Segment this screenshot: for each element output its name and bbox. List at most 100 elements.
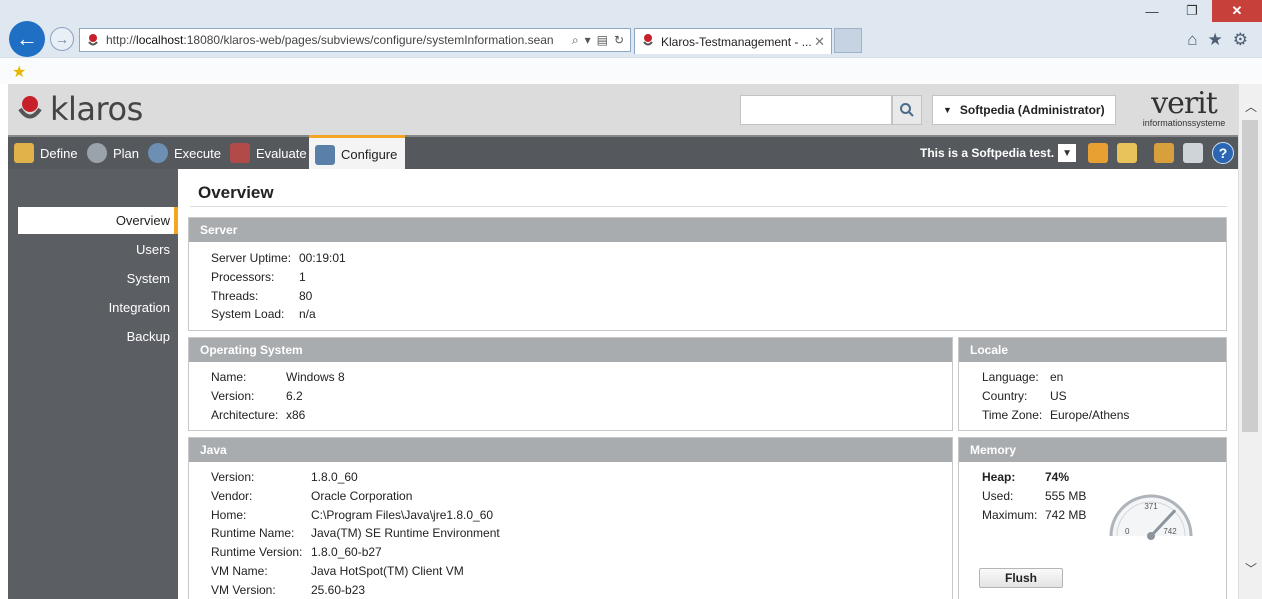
caret-down-icon: ▼ bbox=[943, 105, 952, 115]
browser-chrome: — ❐ ✕ ← → http://localhost:18080/klaros-… bbox=[0, 0, 1262, 84]
refresh-icon[interactable]: ↻ bbox=[614, 33, 624, 48]
notice-text: This is a Softpedia test. bbox=[920, 146, 1055, 160]
sidebar-item-users[interactable]: Users bbox=[18, 236, 178, 263]
help-button[interactable]: ? bbox=[1212, 142, 1234, 164]
info-row: Language: en bbox=[982, 370, 1064, 384]
page-title: Overview bbox=[198, 183, 274, 202]
klaros-logo[interactable]: klaros bbox=[16, 90, 143, 128]
info-row: Home: C:\Program Files\Java\jre1.8.0_60 bbox=[211, 508, 494, 522]
arrow-left-icon: ← bbox=[16, 26, 38, 51]
minimize-button[interactable]: — bbox=[1132, 0, 1172, 22]
info-row: Processors: 1 bbox=[211, 270, 306, 284]
klaros-favicon-icon bbox=[86, 33, 100, 47]
panel-header: Locale bbox=[959, 338, 1226, 362]
gauge-min-label: 0 bbox=[1125, 527, 1130, 536]
tab-plan[interactable]: Plan bbox=[87, 137, 139, 169]
klaros-app: klaros ▼ Softpedia (Administrator) verit… bbox=[8, 84, 1238, 599]
define-icon bbox=[14, 143, 34, 163]
sidebar-item-backup[interactable]: Backup bbox=[18, 323, 178, 350]
os-panel: Operating System Name: Windows 8 Version:… bbox=[188, 337, 953, 431]
edit-note-icon[interactable] bbox=[1117, 143, 1137, 163]
forward-button[interactable]: → bbox=[50, 27, 74, 51]
flush-button[interactable]: Flush bbox=[979, 568, 1063, 588]
panel-header: Operating System bbox=[189, 338, 952, 362]
panel-header: Java bbox=[189, 438, 952, 462]
verit-logo: verit informationssysteme bbox=[1136, 86, 1232, 129]
chevron-down-icon: ▼ bbox=[1058, 144, 1077, 162]
magnifier-icon bbox=[900, 103, 914, 117]
address-bar[interactable]: http://localhost:18080/klaros-web/pages/… bbox=[79, 28, 631, 52]
tab-execute[interactable]: Execute bbox=[148, 137, 221, 169]
address-url[interactable]: http://localhost:18080/klaros-web/pages/… bbox=[106, 33, 566, 47]
search-button[interactable] bbox=[892, 95, 922, 125]
page-scrollbar[interactable]: ︿ ﹀ bbox=[1238, 84, 1262, 599]
memory-panel: Memory Heap: 74% Used: 555 MB Maximum: 742 … bbox=[958, 437, 1227, 599]
gauge-hub bbox=[1147, 532, 1155, 540]
tab-define[interactable]: Define bbox=[14, 137, 78, 169]
favorites-star-icon[interactable]: ★ bbox=[1208, 30, 1223, 50]
info-row: Used: 555 MB bbox=[982, 489, 1087, 503]
info-row: Server Uptime: 00:19:01 bbox=[211, 251, 346, 265]
home-icon[interactable]: ⌂ bbox=[1187, 30, 1197, 50]
back-button[interactable]: ← bbox=[9, 21, 45, 57]
info-row: System Load: n/a bbox=[211, 307, 316, 321]
execute-gear-icon bbox=[148, 143, 168, 163]
scroll-down-icon[interactable]: ﹀ bbox=[1245, 560, 1257, 577]
logo-text: klaros bbox=[50, 90, 143, 128]
title-divider bbox=[190, 206, 1227, 207]
info-row: Runtime Name: Java(TM) SE Runtime Environ… bbox=[211, 526, 500, 540]
locale-panel: Locale Language: en Country: US Time Zone:… bbox=[958, 337, 1227, 431]
scroll-up-icon[interactable]: ︿ bbox=[1245, 98, 1257, 115]
gauge-max-label: 742 bbox=[1163, 527, 1177, 536]
scroll-thumb[interactable] bbox=[1242, 120, 1258, 432]
database-icon[interactable] bbox=[1088, 143, 1108, 163]
sidebar-item-overview[interactable]: Overview bbox=[18, 207, 178, 234]
search-input[interactable] bbox=[740, 95, 892, 125]
tab-evaluate[interactable]: Evaluate bbox=[230, 137, 307, 169]
close-tab-icon[interactable]: ✕ bbox=[814, 34, 825, 50]
server-panel: Server Server Uptime: 00:19:01 Processors… bbox=[188, 217, 1227, 331]
tab-title: Klaros-Testmanagement - ... bbox=[661, 34, 812, 49]
java-panel: Java Version: 1.8.0_60 Vendor: Oracle Corp… bbox=[188, 437, 953, 599]
arrow-right-icon: → bbox=[55, 31, 69, 47]
verit-subtitle: informationssysteme bbox=[1142, 118, 1226, 128]
info-row: Time Zone: Europe/Athens bbox=[982, 408, 1130, 422]
window-controls: — ❐ ✕ bbox=[1132, 0, 1262, 22]
browser-tab[interactable]: Klaros-Testmanagement - ... ✕ bbox=[634, 28, 832, 54]
document-clock-icon[interactable] bbox=[1183, 143, 1203, 163]
info-row: Maximum: 742 MB bbox=[982, 508, 1087, 522]
dropdown-icon[interactable]: ▾ bbox=[585, 33, 591, 48]
info-row: VM Name: Java HotSpot(TM) Client VM bbox=[211, 564, 464, 578]
info-row: Country: US bbox=[982, 389, 1067, 403]
new-tab-button[interactable] bbox=[834, 28, 862, 53]
user-name: Softpedia (Administrator) bbox=[959, 103, 1105, 117]
panel-header: Server bbox=[189, 218, 1226, 242]
settings-gear-icon[interactable]: ⚙ bbox=[1233, 30, 1248, 50]
close-window-button[interactable]: ✕ bbox=[1212, 0, 1262, 22]
compatibility-icon[interactable]: ▤ bbox=[597, 33, 608, 48]
user-menu[interactable]: ▼ Softpedia (Administrator) bbox=[932, 95, 1116, 125]
verit-wordmark: verit bbox=[1151, 86, 1218, 121]
app-header: klaros ▼ Softpedia (Administrator) verit… bbox=[8, 84, 1238, 135]
add-favorite-icon[interactable]: ★ bbox=[12, 62, 26, 82]
info-row: Version: 6.2 bbox=[211, 389, 303, 403]
klaros-tab-favicon-icon bbox=[641, 33, 655, 50]
gauge-mid-label: 371 bbox=[1144, 502, 1158, 511]
info-row: Name: Windows 8 bbox=[211, 370, 345, 384]
heap-gauge: 0 371 742 bbox=[1097, 480, 1205, 542]
info-row: Runtime Version: 1.8.0_60-b27 bbox=[211, 545, 382, 559]
maximize-button[interactable]: ❐ bbox=[1172, 0, 1212, 22]
info-row: Architecture: x86 bbox=[211, 408, 306, 422]
report-icon[interactable] bbox=[1154, 143, 1174, 163]
sidebar-item-system[interactable]: System bbox=[18, 265, 178, 292]
sidebar: Overview Users System Integration Backup bbox=[8, 169, 178, 599]
main-toolbar: Define Plan Execute Evaluate Configure T… bbox=[8, 135, 1238, 171]
info-row: Threads: 80 bbox=[211, 289, 313, 303]
search-icon[interactable]: ⌕ bbox=[572, 33, 579, 48]
favorites-bar: ★ bbox=[0, 57, 1262, 84]
main-content: Overview Server Server Uptime: 00:19:01 P… bbox=[186, 169, 1238, 599]
info-row: Vendor: Oracle Corporation bbox=[211, 489, 413, 503]
tab-configure[interactable]: Configure bbox=[309, 135, 406, 171]
notice-select[interactable]: This is a Softpedia test. ▼ bbox=[920, 142, 1077, 164]
sidebar-item-integration[interactable]: Integration bbox=[18, 294, 178, 321]
